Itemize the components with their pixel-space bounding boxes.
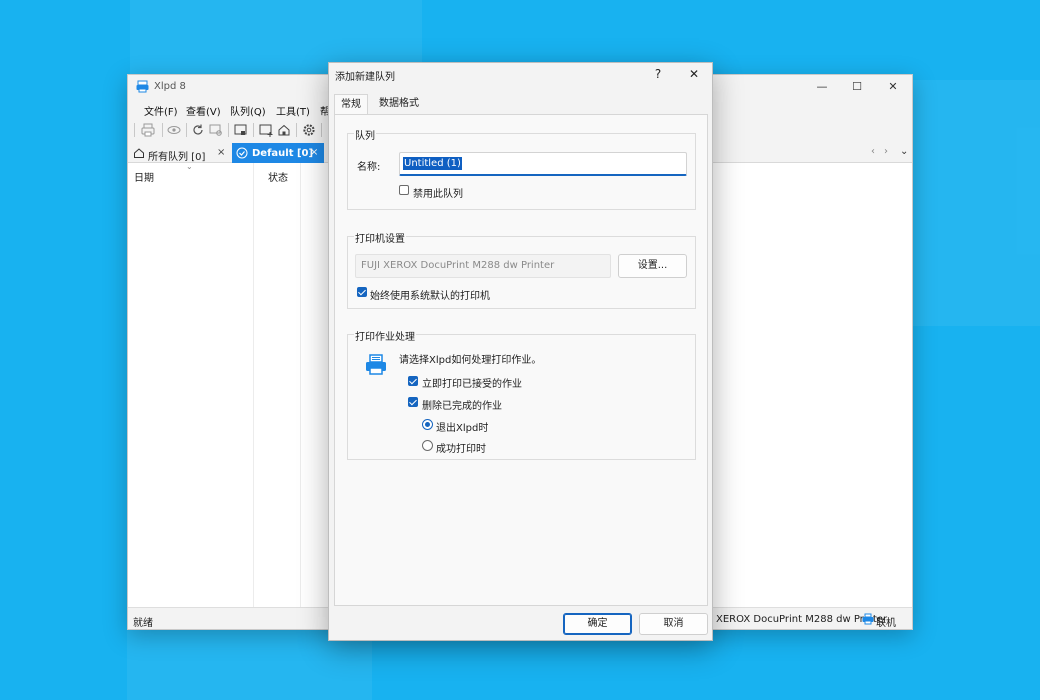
- cancel-button[interactable]: 取消: [639, 613, 708, 635]
- refresh-icon[interactable]: [190, 122, 206, 138]
- home-icon[interactable]: [276, 122, 292, 138]
- add-queue-icon[interactable]: [258, 122, 274, 138]
- delete-on-exit-label[interactable]: 退出Xlpd时: [436, 419, 488, 434]
- toolbar-separator: [186, 123, 187, 137]
- queue-name-value: Untitled (1): [403, 157, 462, 170]
- menu-view[interactable]: 查看(V): [186, 103, 221, 118]
- printer-name-field: FUJI XEROX DocuPrint M288 dw Printer: [355, 254, 611, 278]
- dialog-close-button[interactable]: ✕: [682, 65, 706, 83]
- status-text: 就绪: [133, 618, 153, 629]
- printer-name-value: FUJI XEROX DocuPrint M288 dw Printer: [361, 260, 555, 271]
- gear-icon[interactable]: [301, 122, 317, 138]
- group-title: 打印作业处理: [354, 328, 416, 343]
- print-job-icon: [366, 354, 386, 375]
- toolbar-separator: [228, 123, 229, 137]
- tab-close-icon[interactable]: ×: [310, 147, 318, 158]
- minimize-button[interactable]: —: [809, 79, 835, 95]
- toolbar-separator: [253, 123, 254, 137]
- delete-completed-checkbox[interactable]: [408, 397, 418, 407]
- help-button[interactable]: ?: [646, 65, 670, 83]
- job-handling-prompt: 请选择Xlpd如何处理打印作业。: [399, 355, 542, 366]
- queue-group: 队列 名称: Untitled (1) 禁用此队列: [347, 127, 696, 210]
- name-label: 名称:: [357, 162, 381, 173]
- column-header-date[interactable]: 日期: [134, 169, 154, 184]
- disable-queue-label[interactable]: 禁用此队列: [413, 185, 463, 200]
- toolbar-separator: [321, 123, 322, 137]
- tab-general[interactable]: 常规: [334, 94, 368, 115]
- print-immediately-label[interactable]: 立即打印已接受的作业: [422, 375, 522, 390]
- column-header-status[interactable]: 状态: [268, 169, 288, 184]
- printer-app-icon: [136, 80, 149, 93]
- search-window-icon[interactable]: [208, 122, 224, 138]
- group-title: 队列: [354, 127, 376, 142]
- printer-settings-group: 打印机设置 FUJI XEROX DocuPrint M288 dw Print…: [347, 230, 696, 309]
- group-title: 打印机设置: [354, 230, 406, 245]
- toolbar-separator: [162, 123, 163, 137]
- general-tab-panel: 队列 名称: Untitled (1) 禁用此队列 打印机设置 FUJI XER…: [334, 114, 708, 606]
- sort-arrow-icon: ⌄: [186, 162, 193, 171]
- delete-on-success-label[interactable]: 成功打印时: [436, 440, 486, 455]
- column-divider: [253, 163, 254, 609]
- add-queue-dialog: 添加新建队列 ? ✕ 常规 数据格式 队列 名称: Untitled (1) 禁…: [328, 62, 713, 641]
- print-icon[interactable]: [140, 122, 156, 138]
- tab-close-icon[interactable]: ×: [217, 147, 225, 158]
- eye-icon[interactable]: [166, 122, 182, 138]
- print-immediately-checkbox[interactable]: [408, 376, 418, 386]
- toolbar-separator: [296, 123, 297, 137]
- use-default-printer-label[interactable]: 始终使用系统默认的打印机: [370, 287, 490, 302]
- column-divider: [300, 163, 301, 609]
- tab-label: 所有队列 [0]: [148, 152, 206, 163]
- ok-button[interactable]: 确定: [563, 613, 632, 635]
- tab-all-queues[interactable]: 所有队列 [0] ×: [130, 143, 230, 163]
- window-title: Xlpd 8: [154, 81, 186, 92]
- menu-queue[interactable]: 队列(Q): [230, 103, 266, 118]
- tab-list-dropdown-icon[interactable]: ⌄: [900, 146, 908, 157]
- check-circle-icon: [236, 147, 248, 159]
- menu-file[interactable]: 文件(F): [144, 103, 178, 118]
- tab-data-format[interactable]: 数据格式: [373, 94, 425, 114]
- tab-next-icon[interactable]: ›: [884, 146, 888, 157]
- background-panel: [913, 80, 1040, 326]
- tab-prev-icon[interactable]: ‹: [871, 146, 875, 157]
- delete-completed-label[interactable]: 删除已完成的作业: [422, 397, 502, 412]
- menu-tools[interactable]: 工具(T): [276, 103, 310, 118]
- home-icon: [134, 148, 144, 158]
- queue-name-input[interactable]: Untitled (1): [399, 152, 687, 176]
- dialog-title: 添加新建队列: [335, 72, 395, 83]
- status-online: 联机: [876, 618, 896, 629]
- printer-status-icon: [862, 613, 874, 625]
- close-button[interactable]: ✕: [880, 79, 906, 95]
- maximize-button[interactable]: ☐: [844, 79, 870, 95]
- job-handling-group: 打印作业处理 请选择Xlpd如何处理打印作业。 立即打印已接受的作业 删除已完成…: [347, 328, 696, 460]
- use-default-printer-checkbox[interactable]: [357, 287, 367, 297]
- delete-on-success-radio[interactable]: [422, 440, 433, 451]
- tab-default-queue[interactable]: Default [0] ×: [232, 143, 324, 163]
- printer-settings-button[interactable]: 设置...: [618, 254, 687, 278]
- disable-queue-checkbox[interactable]: [399, 185, 409, 195]
- queue-window-icon[interactable]: [233, 122, 249, 138]
- toolbar-separator: [134, 123, 135, 137]
- tab-label: Default [0]: [252, 148, 314, 159]
- delete-on-exit-radio[interactable]: [422, 419, 433, 430]
